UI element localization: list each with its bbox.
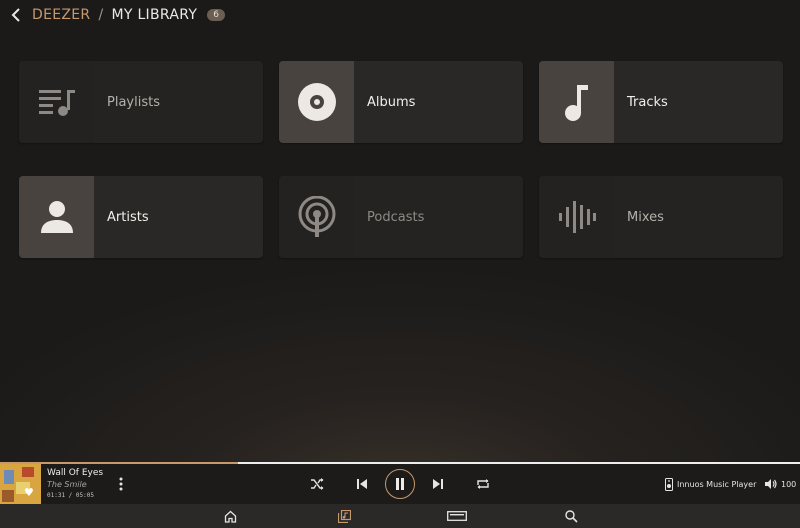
nav-library[interactable] (324, 504, 364, 528)
nav-home[interactable] (210, 504, 250, 528)
play-pause-ring (385, 469, 415, 499)
search-icon (564, 509, 578, 523)
podcast-icon (298, 196, 335, 237)
sound-wave-icon (558, 201, 596, 233)
previous-track-button[interactable] (353, 464, 371, 504)
tile-albums[interactable]: Albums (279, 61, 523, 143)
tile-label: Mixes (627, 209, 664, 225)
more-options-button[interactable] (117, 476, 125, 492)
skip-previous-icon (357, 479, 367, 489)
playlist-icon (38, 90, 75, 116)
person-icon (40, 201, 73, 233)
favorite-heart-icon[interactable]: ♥ (24, 486, 34, 499)
play-pause-button[interactable] (384, 464, 416, 504)
shuffle-icon (311, 478, 324, 490)
tile-icon-box (279, 176, 354, 258)
tile-icon-box (279, 61, 354, 143)
skip-next-icon (433, 479, 443, 489)
now-playing-icon (447, 511, 467, 521)
album-disc-icon (297, 83, 336, 121)
repeat-button[interactable] (474, 464, 492, 504)
tile-podcasts[interactable]: Podcasts (279, 176, 523, 258)
tile-label: Albums (367, 94, 416, 110)
track-meta: Wall Of Eyes The Smile 01:31 / 05:05 (47, 468, 103, 499)
breadcrumb: DEEZER / MY LIBRARY 6 (8, 4, 226, 26)
page-title: MY LIBRARY (111, 7, 198, 23)
tile-label: Artists (107, 209, 149, 225)
device-name: Innuos Music Player (677, 479, 757, 489)
track-title: Wall Of Eyes (47, 468, 104, 478)
tile-artists[interactable]: Artists (19, 176, 263, 258)
tile-mixes[interactable]: Mixes (539, 176, 783, 258)
album-art-image (0, 464, 41, 504)
repeat-icon (477, 479, 489, 489)
tile-tracks[interactable]: Tracks (539, 61, 783, 143)
breadcrumb-separator: / (98, 7, 104, 23)
chevron-left-icon (11, 8, 20, 22)
album-art[interactable]: ♥ (0, 464, 41, 504)
tile-icon-box (539, 61, 614, 143)
speaker-icon (665, 477, 673, 491)
music-note-icon (564, 85, 588, 121)
library-icon (337, 509, 351, 523)
home-icon (224, 510, 236, 523)
now-playing-bar: ♥ Wall Of Eyes The Smile 01:31 / 05:05 I… (0, 464, 800, 504)
tile-label: Podcasts (367, 209, 425, 225)
breadcrumb-root[interactable]: DEEZER (32, 7, 90, 23)
nav-now-playing[interactable] (437, 504, 477, 528)
shuffle-button[interactable] (308, 464, 326, 504)
output-device-selector[interactable]: Innuos Music Player (665, 464, 756, 504)
tile-label: Playlists (107, 94, 160, 110)
next-track-button[interactable] (429, 464, 447, 504)
track-time: 01:31 / 05:05 (47, 492, 94, 499)
volume-control[interactable]: 100 (764, 464, 796, 504)
bottom-navigation (0, 504, 800, 528)
tile-icon-box (19, 176, 94, 258)
pause-icon (396, 478, 404, 490)
nav-search[interactable] (551, 504, 591, 528)
count-badge: 6 (207, 9, 226, 21)
tile-icon-box (539, 176, 614, 258)
volume-icon (765, 479, 777, 489)
tile-playlists[interactable]: Playlists (19, 61, 263, 143)
back-button[interactable] (8, 5, 24, 25)
volume-level: 100 (781, 479, 797, 489)
more-vertical-icon (119, 477, 123, 491)
track-artist: The Smile (47, 480, 87, 489)
tile-label: Tracks (627, 94, 668, 110)
tile-icon-box (19, 61, 94, 143)
